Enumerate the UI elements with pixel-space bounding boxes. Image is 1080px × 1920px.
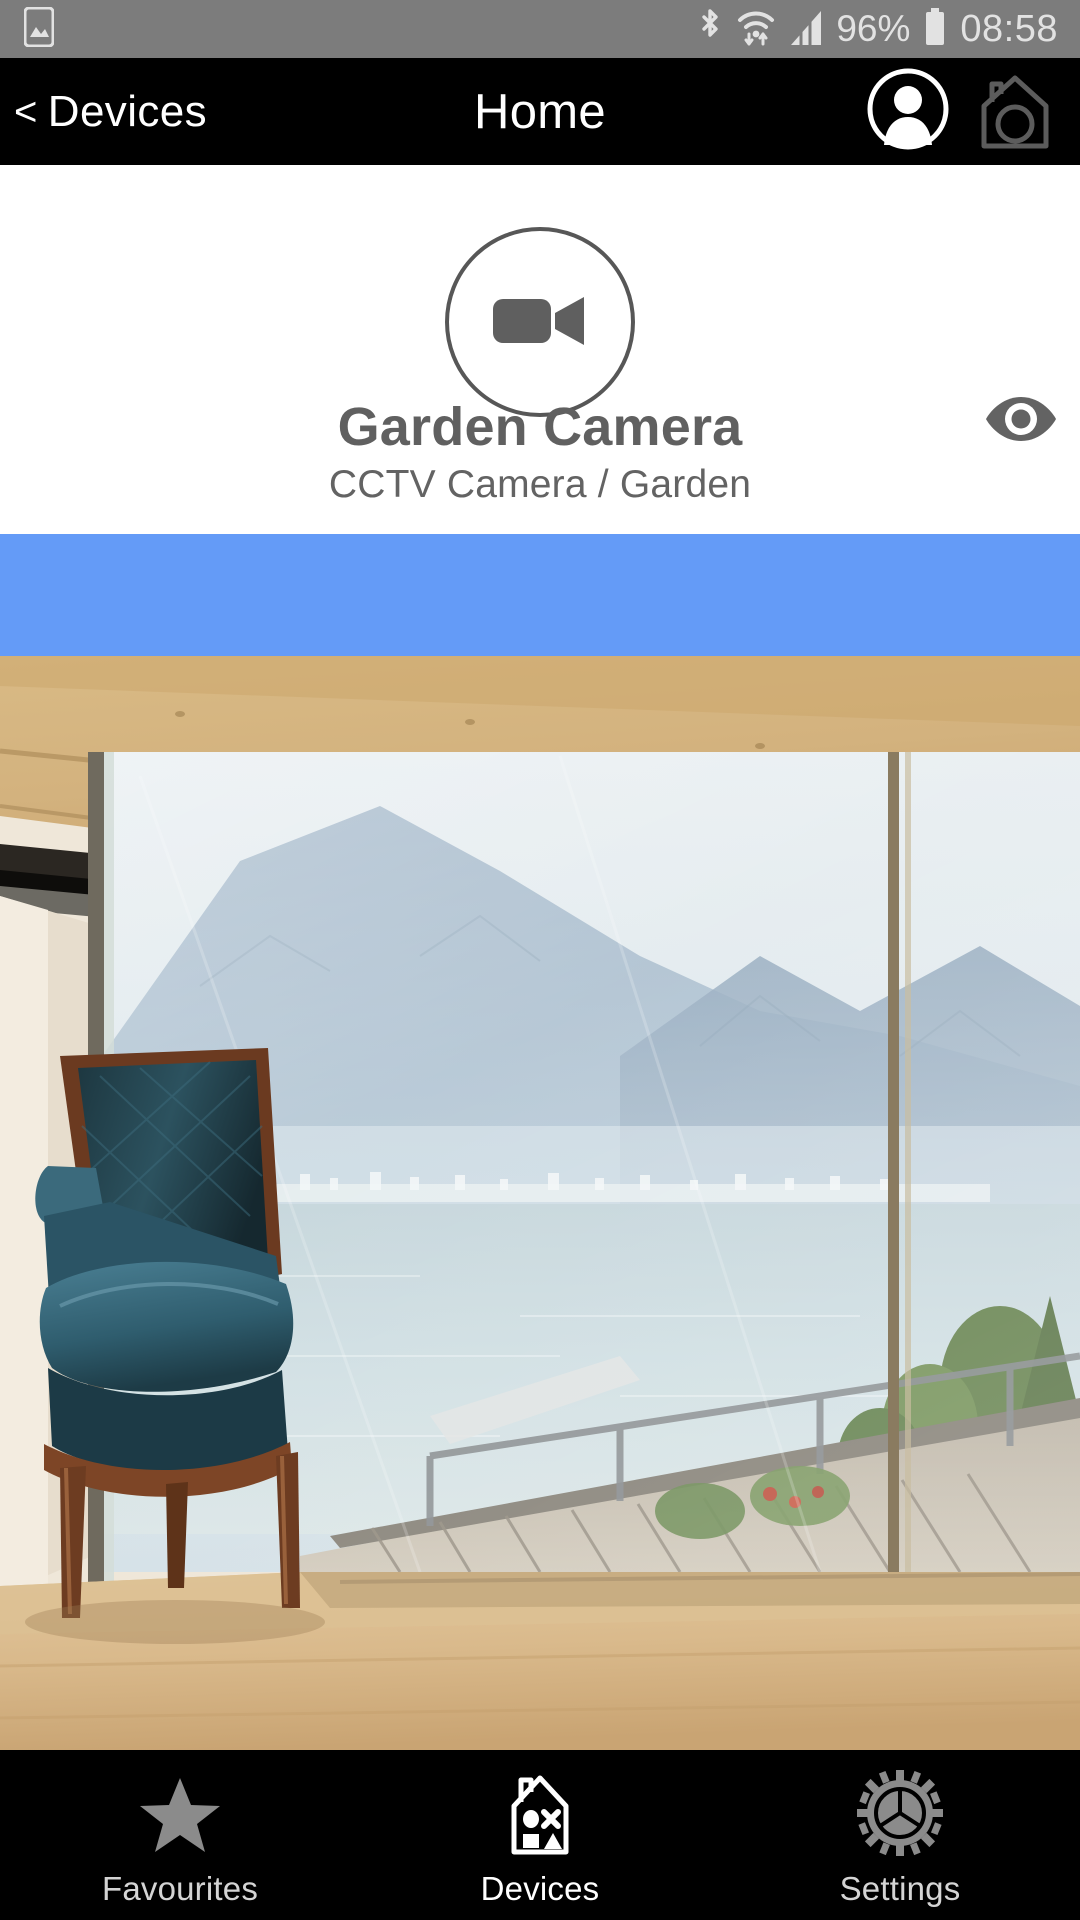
battery-percent-label: 96% [836,8,911,49]
house-shapes-icon [500,1770,580,1856]
status-bar: 96% 08:58 [0,0,1080,58]
gear-icon [856,1770,944,1856]
app-root: 96% 08:58 < Devices Home Garden Camera C… [0,0,1080,1920]
navigation-bar: < Devices Home [0,58,1080,165]
tab-settings-label: Settings [839,1870,961,1907]
star-icon [138,1770,222,1856]
back-to-devices-button[interactable]: < Devices [0,87,207,137]
camera-preview-image[interactable] [0,656,1080,1750]
tab-favourites[interactable]: Favourites [0,1750,360,1920]
cellular-signal-icon [789,7,823,52]
device-card: Garden Camera CCTV Camera / Garden [0,165,1080,609]
tab-devices-label: Devices [480,1870,600,1907]
status-bar-clock: 08:58 [960,7,1058,50]
user-avatar-icon[interactable] [866,67,950,156]
back-button-label: Devices [47,86,208,136]
tab-settings[interactable]: Settings [720,1750,1080,1920]
back-chevron-icon: < [14,89,38,134]
device-type-badge [445,227,635,417]
bluetooth-icon [697,7,723,52]
status-bar-right-icons: 96% 08:58 [697,7,1058,52]
house-camera-icon[interactable] [972,66,1058,157]
tab-devices[interactable]: Devices [360,1750,720,1920]
device-name: Garden Camera [337,397,743,457]
stream-status-banner [0,534,1080,656]
tab-favourites-label: Favourites [101,1870,259,1907]
status-bar-left-icons [23,6,55,52]
wifi-icon [736,7,776,52]
battery-full-icon [923,7,947,52]
device-subtitle: CCTV Camera / Garden [328,463,752,506]
navigation-bar-actions [866,66,1080,157]
screenshot-capture-icon [23,6,55,52]
bottom-tab-bar: Favourites Devices Settings [0,1750,1080,1920]
video-camera-icon [491,289,589,356]
